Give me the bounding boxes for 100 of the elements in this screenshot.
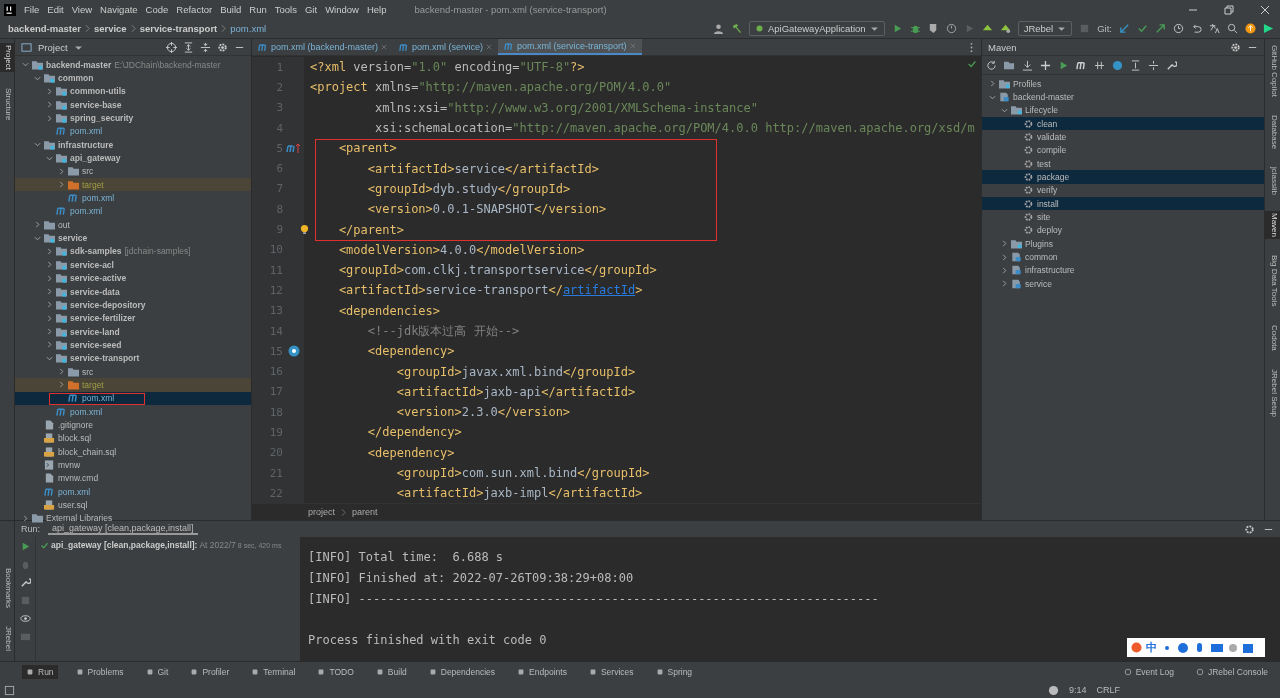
tree-item-label[interactable]: service: [1025, 278, 1052, 289]
tool-window-button[interactable]: TODO: [313, 665, 358, 679]
settings-icon[interactable]: [1244, 523, 1255, 535]
collapse-all-icon[interactable]: [200, 41, 211, 53]
tree-item-label[interactable]: src: [82, 366, 94, 377]
menu-item[interactable]: Build: [220, 4, 242, 15]
reload-icon[interactable]: [986, 59, 997, 71]
selected-tree-row[interactable]: package: [982, 170, 1264, 184]
selected-tree-row[interactable]: clean: [982, 117, 1264, 131]
breadcrumb-item[interactable]: service: [93, 23, 127, 34]
tree-item-label[interactable]: pom.xml: [70, 406, 103, 417]
caret-position[interactable]: 9:14: [1068, 685, 1087, 695]
undo-icon[interactable]: [1191, 23, 1202, 34]
wrench-icon[interactable]: [1166, 59, 1177, 71]
translate-icon[interactable]: [1209, 23, 1220, 34]
tree-item-label[interactable]: out: [58, 219, 70, 230]
add-icon[interactable]: [1040, 59, 1051, 71]
menu-item[interactable]: View: [71, 4, 93, 15]
side-tab[interactable]: Maven: [1265, 211, 1280, 240]
wrench-icon[interactable]: [19, 577, 31, 588]
tree-item-label[interactable]: External Libraries: [46, 513, 113, 524]
side-tab[interactable]: JRebel: [0, 624, 14, 653]
tree-item-label[interactable]: block.sql: [58, 433, 92, 444]
tree-item-label[interactable]: common: [58, 73, 94, 83]
tree-item-label[interactable]: mvnw.cmd: [58, 473, 99, 484]
expand-all-icon[interactable]: [1130, 59, 1141, 71]
menu-item[interactable]: Code: [145, 4, 169, 15]
editor-tab[interactable]: pom.xml (backend-master): [252, 39, 394, 55]
tree-item-label[interactable]: compile: [1037, 145, 1067, 156]
tree-item-label[interactable]: service-transport: [70, 353, 140, 364]
tree-item-label[interactable]: validate: [1037, 132, 1067, 143]
side-tab[interactable]: Database: [1265, 113, 1280, 152]
tool-window-button[interactable]: Build: [371, 665, 411, 679]
maven-icon[interactable]: [1076, 59, 1087, 71]
push-arrow-icon[interactable]: [1155, 23, 1166, 34]
tree-item-label[interactable]: infrastructure: [58, 139, 114, 150]
tree-item-label[interactable]: service-acl: [70, 259, 114, 270]
tree-item-label[interactable]: block_chain.sql: [58, 446, 117, 457]
tree-item-label[interactable]: backend-master: [46, 59, 112, 70]
close-icon[interactable]: [1260, 4, 1270, 15]
run-icon[interactable]: [1058, 59, 1069, 71]
tree-item-label[interactable]: Profiles: [1013, 78, 1042, 89]
bulb-icon[interactable]: [300, 224, 309, 235]
tree-item-label[interactable]: test: [1037, 158, 1051, 169]
user-icon[interactable]: [712, 23, 724, 34]
tool-window-button[interactable]: Services: [584, 665, 638, 679]
tree-item-label[interactable]: service-fertilizer: [70, 313, 136, 324]
tree-item-label[interactable]: target: [82, 179, 104, 190]
run-tab[interactable]: api_gateway [clean,package,install]: [48, 523, 198, 535]
tree-item-label[interactable]: verify: [1037, 185, 1058, 196]
restore-icon[interactable]: [1224, 4, 1234, 15]
tree-item-label[interactable]: user.sql: [58, 500, 88, 510]
menu-item[interactable]: Help: [366, 4, 387, 15]
breadcrumb-item[interactable]: service-transport: [139, 23, 218, 34]
bug-icon[interactable]: [909, 23, 921, 34]
coverage-icon[interactable]: [927, 23, 939, 34]
jrebel-dropdown[interactable]: JRebel: [1017, 21, 1073, 36]
tree-item-label[interactable]: clean: [1037, 118, 1058, 129]
run-config-dropdown[interactable]: ApiGatewayApplication: [748, 21, 885, 36]
tree-item-label[interactable]: pom.xml: [58, 486, 91, 497]
excluded-tree-row[interactable]: target: [15, 378, 251, 392]
editor-tab[interactable]: pom.xml (service-transport): [498, 39, 642, 55]
menu-item[interactable]: Window: [325, 4, 359, 15]
plugin-logo-icon[interactable]: [1263, 23, 1274, 34]
menu-item[interactable]: Edit: [47, 4, 64, 15]
tree-item-label[interactable]: pom.xml: [82, 393, 115, 404]
toggle-offline-icon[interactable]: [1094, 59, 1105, 71]
tree-item-label[interactable]: pom.xml: [82, 193, 115, 204]
run-entry-name[interactable]: api_gateway [clean,package,install]:: [51, 540, 198, 550]
tree-item-label[interactable]: spring_security: [70, 113, 134, 124]
tool-window-button[interactable]: Terminal: [247, 665, 300, 679]
update-icon[interactable]: [1245, 23, 1256, 34]
side-tab[interactable]: JRebel Setup: [1265, 366, 1280, 419]
tree-item-label[interactable]: deploy: [1037, 225, 1063, 236]
tool-window-button[interactable]: Profiler: [186, 665, 234, 679]
tree-item-label[interactable]: common-utils: [70, 86, 126, 97]
side-tab[interactable]: jclasslib: [1265, 165, 1280, 198]
search-icon[interactable]: [1227, 23, 1238, 34]
locate-icon[interactable]: [166, 41, 177, 53]
line-ending[interactable]: CRLF: [1096, 685, 1120, 695]
history-icon[interactable]: [1173, 23, 1184, 34]
tool-window-button[interactable]: Dependencies: [424, 665, 500, 679]
tree-item-label[interactable]: service-depository: [70, 299, 146, 310]
breadcrumb-item[interactable]: pom.xml: [230, 23, 267, 34]
tree-item-label[interactable]: mvnw: [58, 460, 81, 470]
stop-icon[interactable]: [1079, 23, 1091, 34]
tree-item-label[interactable]: common: [1025, 252, 1058, 263]
tree-item-label[interactable]: service: [58, 233, 88, 244]
menu-item[interactable]: Run: [249, 4, 267, 15]
panel-title[interactable]: Project: [38, 41, 68, 53]
expand-all-icon[interactable]: [183, 41, 194, 53]
tree-item-label[interactable]: package: [1037, 172, 1070, 183]
update-arrow-icon[interactable]: [1119, 23, 1130, 34]
tool-window-button[interactable]: JRebel Console: [1192, 665, 1272, 679]
override-marker-icon[interactable]: [286, 142, 302, 155]
settings-icon[interactable]: [1230, 41, 1241, 53]
tree-item-label[interactable]: sdk-samples: [70, 246, 122, 257]
menu-item[interactable]: Git: [305, 4, 318, 15]
side-tab[interactable]: Bookmarks: [0, 566, 14, 611]
settings-icon[interactable]: [217, 41, 228, 53]
